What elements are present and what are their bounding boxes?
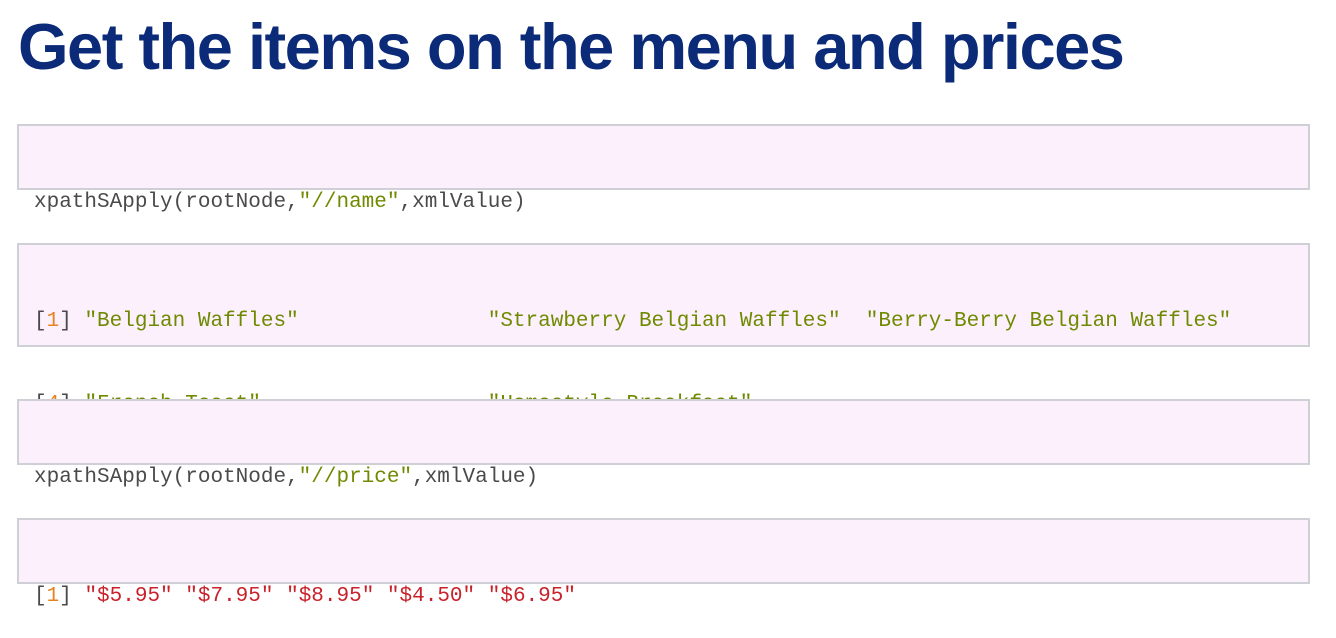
price-string: "$4.50" bbox=[386, 585, 476, 608]
comma: , bbox=[286, 466, 299, 489]
function-name: xpathSApply bbox=[34, 466, 173, 489]
code-line: xpathSApply(rootNode,"//price",xmlValue) bbox=[34, 459, 1308, 496]
index-number: 1 bbox=[46, 585, 60, 608]
price-string: "$8.95" bbox=[286, 585, 375, 608]
output-block-names: [1] "Belgian Waffles" "Strawberry Belgia… bbox=[17, 243, 1310, 416]
output-block-prices: [1] "$5.95" "$7.95" "$8.95" "$4.50" "$6.… bbox=[17, 518, 1310, 608]
function-name: xpathSApply bbox=[34, 191, 173, 214]
price-string: "$6.95" bbox=[487, 585, 576, 608]
close-paren: ) bbox=[512, 191, 526, 214]
index-number: 1 bbox=[46, 310, 60, 333]
index-close-bracket: ] bbox=[59, 585, 72, 608]
output-line-1: [1] "Belgian Waffles" "Strawberry Belgia… bbox=[34, 303, 1308, 340]
comma: , bbox=[412, 466, 425, 489]
code-block-prices: xpathSApply(rootNode,"//price",xmlValue) bbox=[17, 399, 1310, 489]
open-paren: ( bbox=[172, 466, 186, 489]
output-string: "Belgian Waffles" bbox=[84, 310, 299, 333]
code-block-names: xpathSApply(rootNode,"//name",xmlValue) bbox=[17, 124, 1310, 214]
price-string: "$5.95" bbox=[84, 585, 173, 608]
code-line: xpathSApply(rootNode,"//name",xmlValue) bbox=[34, 184, 1308, 221]
output-line-1: [1] "$5.95" "$7.95" "$8.95" "$4.50" "$6.… bbox=[34, 578, 1308, 615]
price-string: "$7.95" bbox=[185, 585, 274, 608]
xpath-query-string: "//name" bbox=[298, 191, 400, 214]
close-paren: ) bbox=[525, 466, 539, 489]
comma: , bbox=[286, 191, 299, 214]
open-paren: ( bbox=[172, 191, 186, 214]
output-string: "Berry-Berry Belgian Waffles" bbox=[865, 310, 1232, 333]
output-string: "Strawberry Belgian Waffles" bbox=[487, 310, 841, 333]
argument-xml-value: xmlValue bbox=[412, 191, 513, 214]
index-open-bracket: [ bbox=[34, 310, 47, 333]
index-open-bracket: [ bbox=[34, 585, 47, 608]
argument-root-node: rootNode bbox=[185, 191, 287, 214]
slide-title: Get the items on the menu and prices bbox=[18, 10, 1125, 83]
index-close-bracket: ] bbox=[59, 310, 72, 333]
argument-xml-value: xmlValue bbox=[424, 466, 526, 489]
argument-root-node: rootNode bbox=[185, 466, 287, 489]
comma: , bbox=[399, 191, 413, 214]
xpath-query-string: "//price" bbox=[298, 466, 413, 489]
